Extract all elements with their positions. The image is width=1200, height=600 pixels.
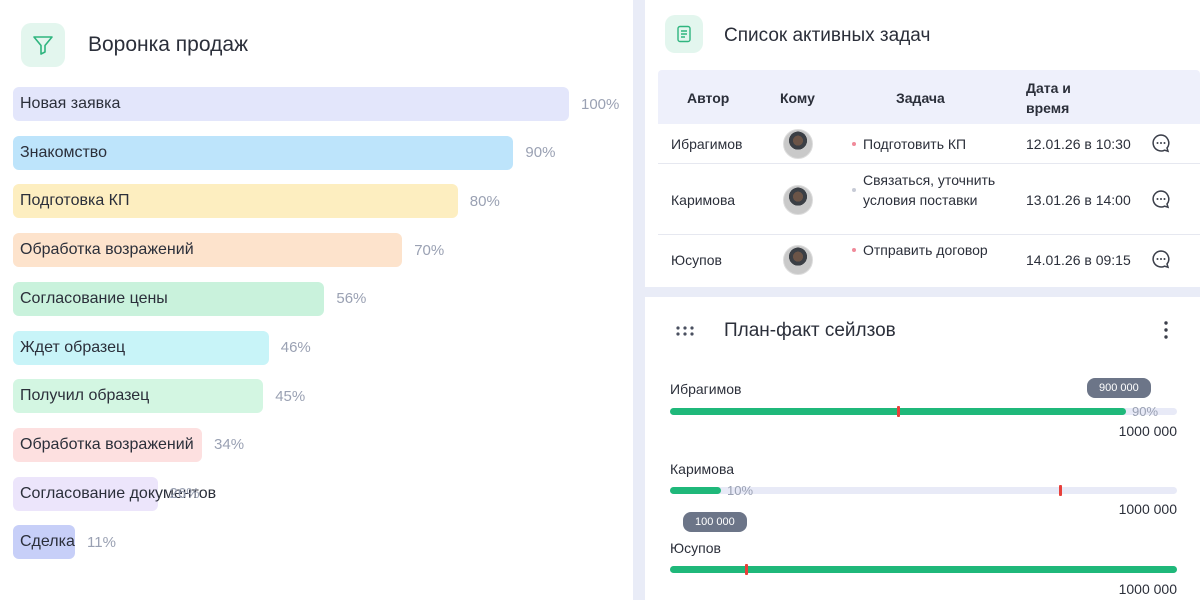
task-author: Юсупов	[671, 252, 722, 268]
column-date-line2[interactable]: время	[1026, 100, 1069, 116]
table-row[interactable]: Ибрагимов Подготовить КП 12.01.26 в 10:3…	[658, 124, 1200, 164]
active-tasks-panel: Список активных задач Автор Кому Задача …	[645, 0, 1200, 287]
funnel-stage-percent: 70%	[414, 241, 445, 259]
avatar	[783, 129, 813, 159]
salesperson-name: Ибрагимов	[670, 381, 742, 397]
funnel-stage-label: Получил образец	[20, 387, 150, 405]
progress-track	[670, 564, 1177, 575]
funnel-stage-percent: 26%	[169, 485, 200, 503]
funnel-stage-percent: 34%	[214, 436, 245, 454]
plan-marker	[1059, 485, 1063, 496]
progress-percent: 10%	[727, 483, 754, 498]
progress-track	[670, 406, 1177, 417]
funnel-stage-bar: Сделка	[13, 525, 75, 560]
funnel-stage-bar: Получил образец	[13, 379, 264, 414]
funnel-stage-bar: Согласование документов	[13, 476, 216, 511]
funnel-stage-label: Обработка возражений	[20, 241, 194, 259]
plan-marker	[897, 406, 901, 417]
funnel-stage[interactable]: Обработка возражений 70%	[13, 233, 445, 268]
funnel-stage[interactable]: Ждет образец 46%	[13, 330, 311, 365]
avatar	[783, 185, 813, 215]
funnel-stage-bar: Согласование цены	[13, 281, 325, 316]
plan-total: 1000 000	[1118, 423, 1177, 439]
funnel-stage-bar: Знакомство	[13, 135, 514, 170]
funnel-stage-label: Новая заявка	[20, 95, 121, 112]
table-row[interactable]: Юсупов Отправить договор 14.01.26 в 09:1…	[658, 235, 1200, 285]
funnel-stage[interactable]: Подготовка КП 80%	[13, 184, 500, 219]
more-vertical-icon[interactable]	[1161, 320, 1171, 340]
plan-total: 1000 000	[1118, 581, 1177, 597]
funnel-stage-percent: 80%	[469, 192, 500, 210]
funnel-icon	[21, 23, 65, 67]
funnel-stage[interactable]: Получил образец 45%	[13, 379, 306, 414]
progress-fill	[670, 487, 721, 494]
funnel-stage-bar: Новая заявка	[13, 87, 569, 121]
plan-marker	[745, 564, 749, 575]
table-row[interactable]: Каримова Связаться, уточнить условия пос…	[658, 164, 1200, 235]
funnel-stage[interactable]: Сделка 11%	[13, 525, 116, 560]
document-list-icon	[665, 15, 703, 53]
chat-icon[interactable]	[1151, 249, 1171, 269]
column-date-line1[interactable]: Дата и	[1026, 80, 1071, 96]
task-date: 13.01.26 в 14:00	[1026, 192, 1131, 208]
funnel-stage-label: Подготовка КП	[20, 192, 130, 210]
fact-tooltip: 900 000	[1087, 378, 1151, 398]
funnel-stage-percent: 46%	[280, 339, 311, 356]
chat-icon[interactable]	[1151, 133, 1171, 153]
plan-total: 1000 000	[1118, 501, 1177, 517]
funnel-stage-bar: Обработка возражений	[13, 427, 203, 462]
salesperson-name: Юсупов	[670, 540, 721, 556]
progress-percent: 90%	[1132, 404, 1159, 419]
funnel-stage-percent: 56%	[336, 290, 367, 308]
task-date: 12.01.26 в 10:30	[1026, 136, 1131, 152]
task-date: 14.01.26 в 09:15	[1026, 252, 1131, 268]
funnel-stage-percent: 45%	[275, 387, 306, 405]
funnel-stage-bar: Подготовка КП	[13, 184, 458, 219]
column-to[interactable]: Кому	[780, 90, 815, 106]
drag-handle-icon[interactable]	[675, 325, 697, 337]
avatar	[783, 245, 813, 275]
sales-funnel-panel: Воронка продаж Новая заявка 100% Знакомств…	[0, 0, 633, 600]
tasks-table: Автор Кому Задача Дата и время Ибрагимов…	[658, 70, 1200, 285]
task-author: Каримова	[671, 192, 736, 208]
tasks-table-header: Автор Кому Задача Дата и время	[658, 70, 1200, 124]
funnel-stage-label: Обработка возражений	[20, 435, 194, 453]
task-text: Подготовить КП	[852, 134, 1002, 154]
funnel-stage[interactable]: Обработка возражений 34%	[13, 427, 245, 462]
plan-fact-panel: План-факт сейлзов Ибрагимов 900 000 90% …	[645, 297, 1200, 600]
funnel-stage-label: Согласование цены	[20, 289, 168, 307]
tasks-title: Список активных задач	[724, 25, 931, 46]
funnel-stage-bar: Ждет образец	[13, 330, 269, 365]
funnel-stage[interactable]: Новая заявка 100%	[13, 87, 619, 121]
funnel-stage-percent: 100%	[581, 95, 620, 113]
task-text: Отправить договор	[852, 240, 1002, 260]
funnel-stage-percent: 11%	[87, 533, 116, 551]
funnel-stage-label: Сделка	[20, 533, 75, 551]
task-author: Ибрагимов	[671, 136, 743, 152]
plan-fact-title: План-факт сейлзов	[724, 320, 896, 341]
funnel-stage-bar: Обработка возражений	[13, 233, 403, 268]
salesperson-name: Каримова	[670, 461, 735, 477]
fact-tooltip: 100 000	[683, 512, 747, 532]
funnel-stage-label: Ждет образец	[20, 338, 126, 356]
column-author[interactable]: Автор	[687, 90, 729, 106]
column-task[interactable]: Задача	[896, 90, 945, 106]
funnel-stage[interactable]: Согласование документов 26%	[13, 476, 216, 511]
funnel-stage[interactable]: Согласование цены 56%	[13, 281, 367, 316]
task-text: Связаться, уточнить условия поставки	[852, 170, 1002, 210]
funnel-title: Воронка продаж	[88, 33, 249, 56]
funnel-stage-label: Знакомство	[20, 143, 108, 161]
chat-icon[interactable]	[1151, 189, 1171, 209]
funnel-stage-percent: 90%	[525, 144, 556, 162]
funnel-stage[interactable]: Знакомство 90%	[13, 135, 556, 170]
